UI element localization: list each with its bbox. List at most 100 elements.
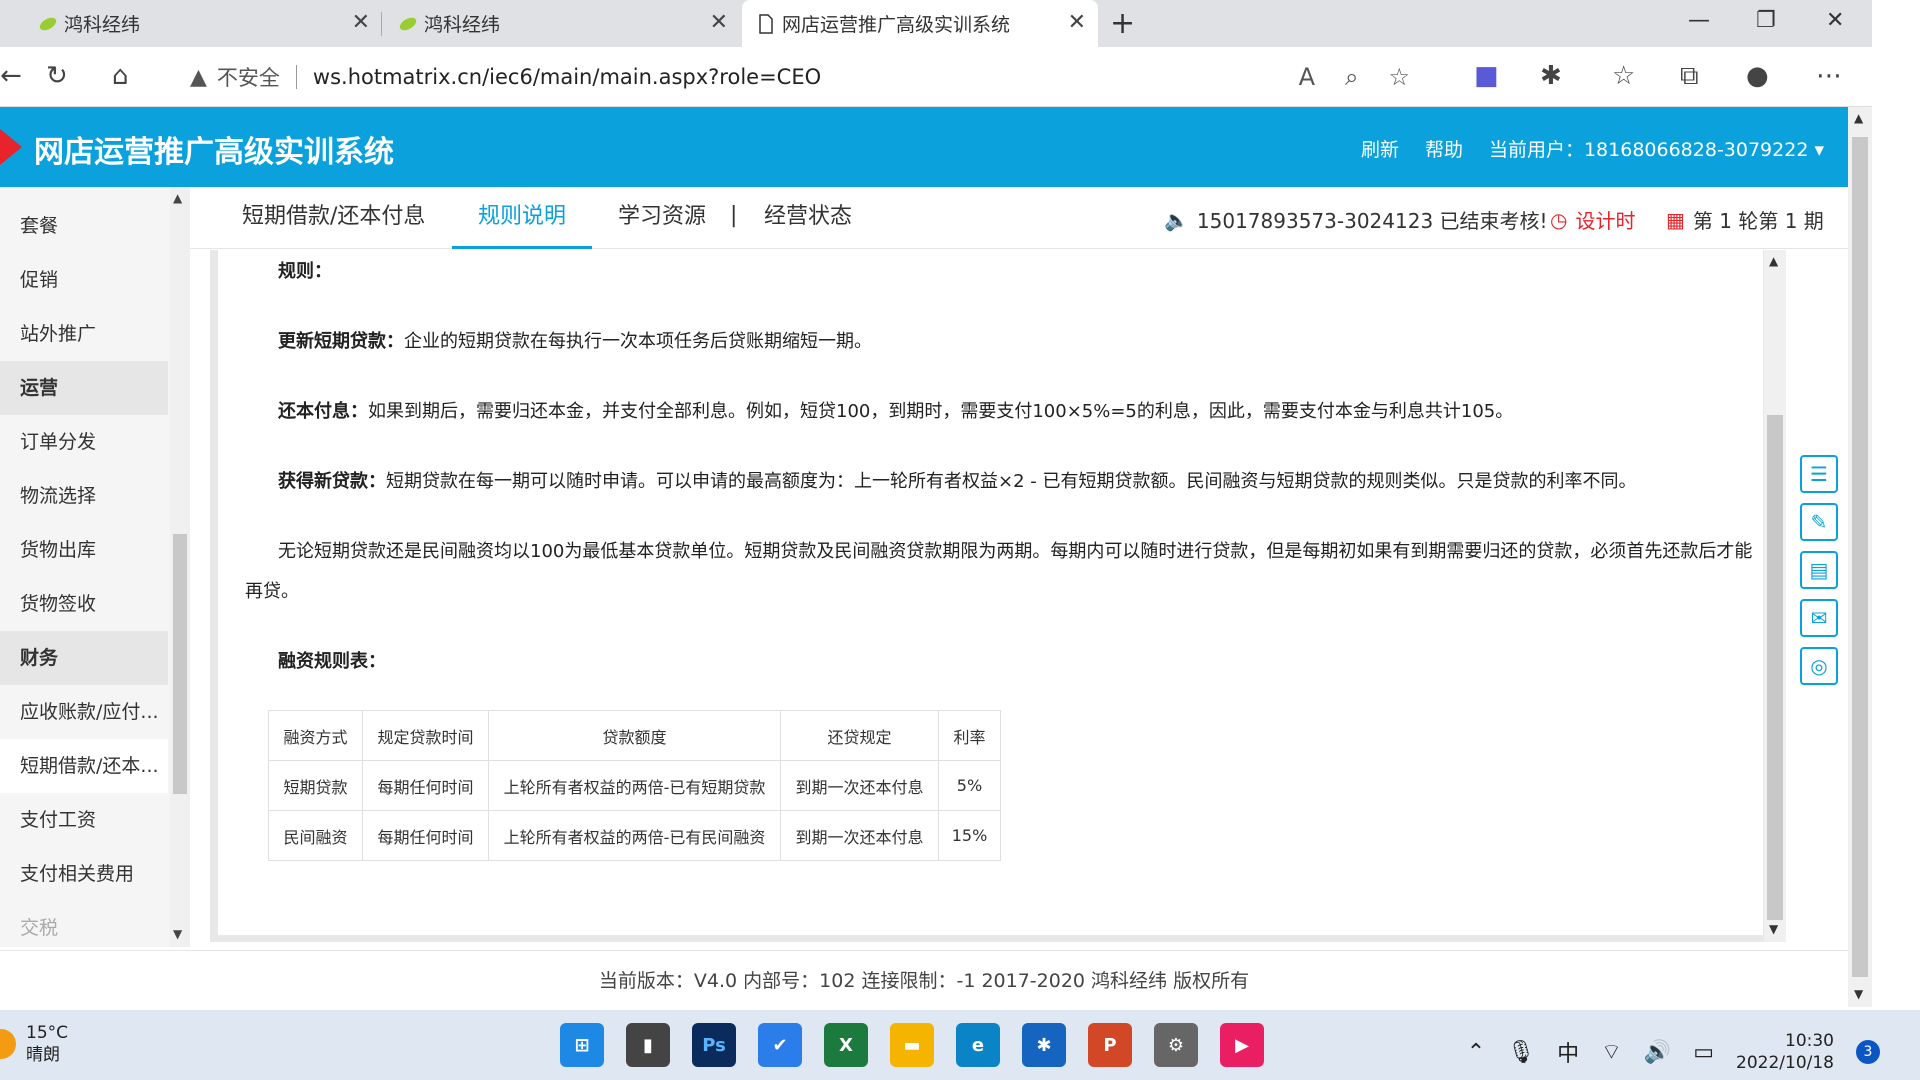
table-cell: 5% [938, 760, 1001, 811]
scroll-down-icon[interactable]: ▼ [173, 927, 182, 941]
clock[interactable]: 10:30 2022/10/18 [1736, 1030, 1834, 1074]
sidebar-group-operations: 运营 [0, 361, 168, 415]
table-heading: 融资规则表： [278, 651, 386, 672]
browser-tab-title: 鸿科经纬 [64, 14, 141, 36]
app-header: 网店运营推广高级实训系统 刷新 帮助 当前用户：18168066828-3079… [0, 107, 1848, 187]
wifi-icon[interactable]: ⌔ [1601, 1038, 1622, 1066]
sidebar-item-order-dispatch[interactable]: 订单分发 [0, 415, 168, 469]
reload-icon[interactable]: ↻ [46, 61, 68, 91]
todo-icon[interactable]: ✔ [758, 1023, 802, 1067]
address-bar[interactable]: ▲ 不安全 ws.hotmatrix.cn/iec6/main/main.asp… [170, 55, 1440, 99]
rule-update-loan: 更新短期贷款：企业的短期贷款在每执行一次本项任务后贷账期缩短一期。 [278, 331, 872, 352]
settings-icon[interactable]: ⚙ [1154, 1023, 1198, 1067]
file-manager-icon[interactable]: ▮ [626, 1023, 670, 1067]
clock-icon: ◷ [1550, 207, 1568, 232]
excel-icon[interactable]: X [824, 1023, 868, 1067]
zoom-icon[interactable]: ⌕ [1345, 63, 1358, 91]
warning-icon: ▲ [190, 64, 207, 90]
message-icon[interactable]: ✉ [1800, 599, 1838, 637]
photoshop-icon[interactable]: Ps [692, 1023, 736, 1067]
ime-indicator[interactable]: 中 [1557, 1036, 1579, 1068]
notes-icon[interactable]: ▤ [1800, 551, 1838, 589]
powerpoint-icon[interactable]: P [1088, 1023, 1132, 1067]
sidebar-item-outbound[interactable]: 货物出库 [0, 523, 168, 577]
folder-icon[interactable]: ▬ [890, 1023, 934, 1067]
more-icon[interactable]: ⋯ [1816, 61, 1842, 91]
scroll-down-icon[interactable]: ▼ [1769, 922, 1778, 936]
maximize-icon[interactable]: ❐ [1756, 8, 1776, 33]
tab-short-loan[interactable]: 短期借款/还本付息 [242, 187, 425, 249]
sidebar-item-logistics[interactable]: 物流选择 [0, 469, 168, 523]
design-time-label: 设计时 [1575, 209, 1636, 233]
sidebar-item-tax[interactable]: 交税 [0, 901, 168, 955]
new-tab-button[interactable]: + [1110, 6, 1135, 41]
tab-status[interactable]: 经营状态 [764, 187, 852, 249]
chevron-up-icon[interactable]: ⌃ [1467, 1040, 1485, 1065]
notification-badge[interactable]: 3 [1856, 1040, 1880, 1064]
close-icon[interactable]: ✕ [1068, 10, 1086, 35]
volume-icon[interactable]: 🔊 [1644, 1040, 1671, 1065]
sidebar-item-offsite[interactable]: 站外推广 [0, 307, 168, 361]
scroll-up-icon[interactable]: ▲ [1854, 111, 1863, 125]
edge-icon[interactable]: e [956, 1023, 1000, 1067]
table-header: 还贷规定 [780, 710, 939, 761]
collections-icon[interactable]: ⧉ [1680, 61, 1699, 92]
sidebar-scrollbar[interactable]: ▲ ▼ [170, 187, 190, 947]
table-header: 融资方式 [268, 710, 363, 761]
close-icon[interactable]: ✕ [352, 10, 370, 35]
table-cell: 上轮所有者权益的两倍-已有民间融资 [488, 810, 781, 861]
home-icon[interactable]: ⌂ [112, 61, 129, 91]
window-close-icon[interactable]: ✕ [1826, 8, 1844, 33]
tab-separator: | [730, 203, 738, 228]
battery-icon[interactable]: ▭ [1693, 1040, 1714, 1065]
microphone-icon[interactable]: 🎙 [1507, 1040, 1535, 1065]
refresh-link[interactable]: 刷新 [1361, 135, 1399, 162]
leaf-icon [39, 17, 57, 31]
sidebar-item-short-loan[interactable]: 短期借款/还本... [0, 739, 168, 793]
url-text[interactable]: ws.hotmatrix.cn/iec6/main/main.aspx?role… [313, 65, 821, 89]
page-scrollbar[interactable]: ▲ ▼ [1848, 107, 1872, 1007]
edit-icon[interactable]: ✎ [1800, 503, 1838, 541]
table-cell: 民间融资 [268, 810, 363, 861]
profile-icon[interactable]: ● [1746, 61, 1769, 91]
inbox-icon[interactable]: ☰ [1800, 455, 1838, 493]
sidebar-item-receipt[interactable]: 货物签收 [0, 577, 168, 631]
scroll-down-icon[interactable]: ▼ [1854, 987, 1863, 1001]
sidebar-item-receivables[interactable]: 应收账款/应付... [0, 685, 168, 739]
sidebar-item-promotion[interactable]: 促销 [0, 253, 168, 307]
sidebar-item-package[interactable]: 套餐 [0, 199, 168, 253]
puzzle-icon[interactable]: ✱ [1540, 61, 1562, 91]
scroll-up-icon[interactable]: ▲ [1769, 254, 1778, 268]
table-header: 规定贷款时间 [362, 710, 489, 761]
close-icon[interactable]: ✕ [710, 10, 728, 35]
favorite-add-icon[interactable]: ☆ [1388, 63, 1410, 91]
tab-learning[interactable]: 学习资源 [618, 187, 706, 249]
table-cell: 每期任何时间 [362, 760, 489, 811]
browser-tab-3[interactable]: 网店运营推广高级实训系统 ✕ [742, 0, 1098, 47]
weather-widget[interactable]: 15°C 晴朗 [0, 1022, 68, 1066]
star-app-icon[interactable]: ✱ [1022, 1023, 1066, 1067]
current-user-menu[interactable]: 当前用户：18168066828-3079222 ▾ [1489, 135, 1824, 162]
sidebar-item-fees[interactable]: 支付相关费用 [0, 847, 168, 901]
read-aloud-icon[interactable]: A [1299, 63, 1315, 91]
back-icon[interactable]: ← [0, 61, 22, 91]
page-icon [759, 14, 773, 34]
table-cell: 到期一次还本付息 [780, 810, 939, 861]
target-icon[interactable]: ◎ [1800, 647, 1838, 685]
sidebar-item-salary[interactable]: 支付工资 [0, 793, 168, 847]
exam-notice: 15017893573-3024123 已结束考核! [1196, 209, 1548, 233]
table-header-row: 融资方式 规定贷款时间 贷款额度 还贷规定 利率 [268, 710, 1001, 761]
table-row: 民间融资 每期任何时间 上轮所有者权益的两倍-已有民间融资 到期一次还本付息 1… [268, 810, 1001, 861]
taskbar: 15°C 晴朗 ⊞ ▮ Ps ✔ X ▬ e ✱ P ⚙ ▶ ⌃ 🎙 中 ⌔ 🔊… [0, 1010, 1920, 1080]
media-player-icon[interactable]: ▶ [1220, 1023, 1264, 1067]
browser-tab-2[interactable]: 鸿科经纬 ✕ [384, 0, 740, 47]
scroll-up-icon[interactable]: ▲ [173, 191, 182, 205]
extension-icon[interactable]: ■ [1474, 61, 1499, 91]
content-scrollbar[interactable]: ▲ ▼ [1764, 250, 1786, 942]
minimize-icon[interactable]: — [1688, 8, 1710, 33]
tab-rules[interactable]: 规则说明 [452, 187, 593, 249]
help-link[interactable]: 帮助 [1425, 135, 1463, 162]
start-icon[interactable]: ⊞ [560, 1023, 604, 1067]
browser-tab-1[interactable]: 鸿科经纬 ✕ [24, 0, 382, 47]
favorites-icon[interactable]: ☆ [1612, 61, 1635, 91]
